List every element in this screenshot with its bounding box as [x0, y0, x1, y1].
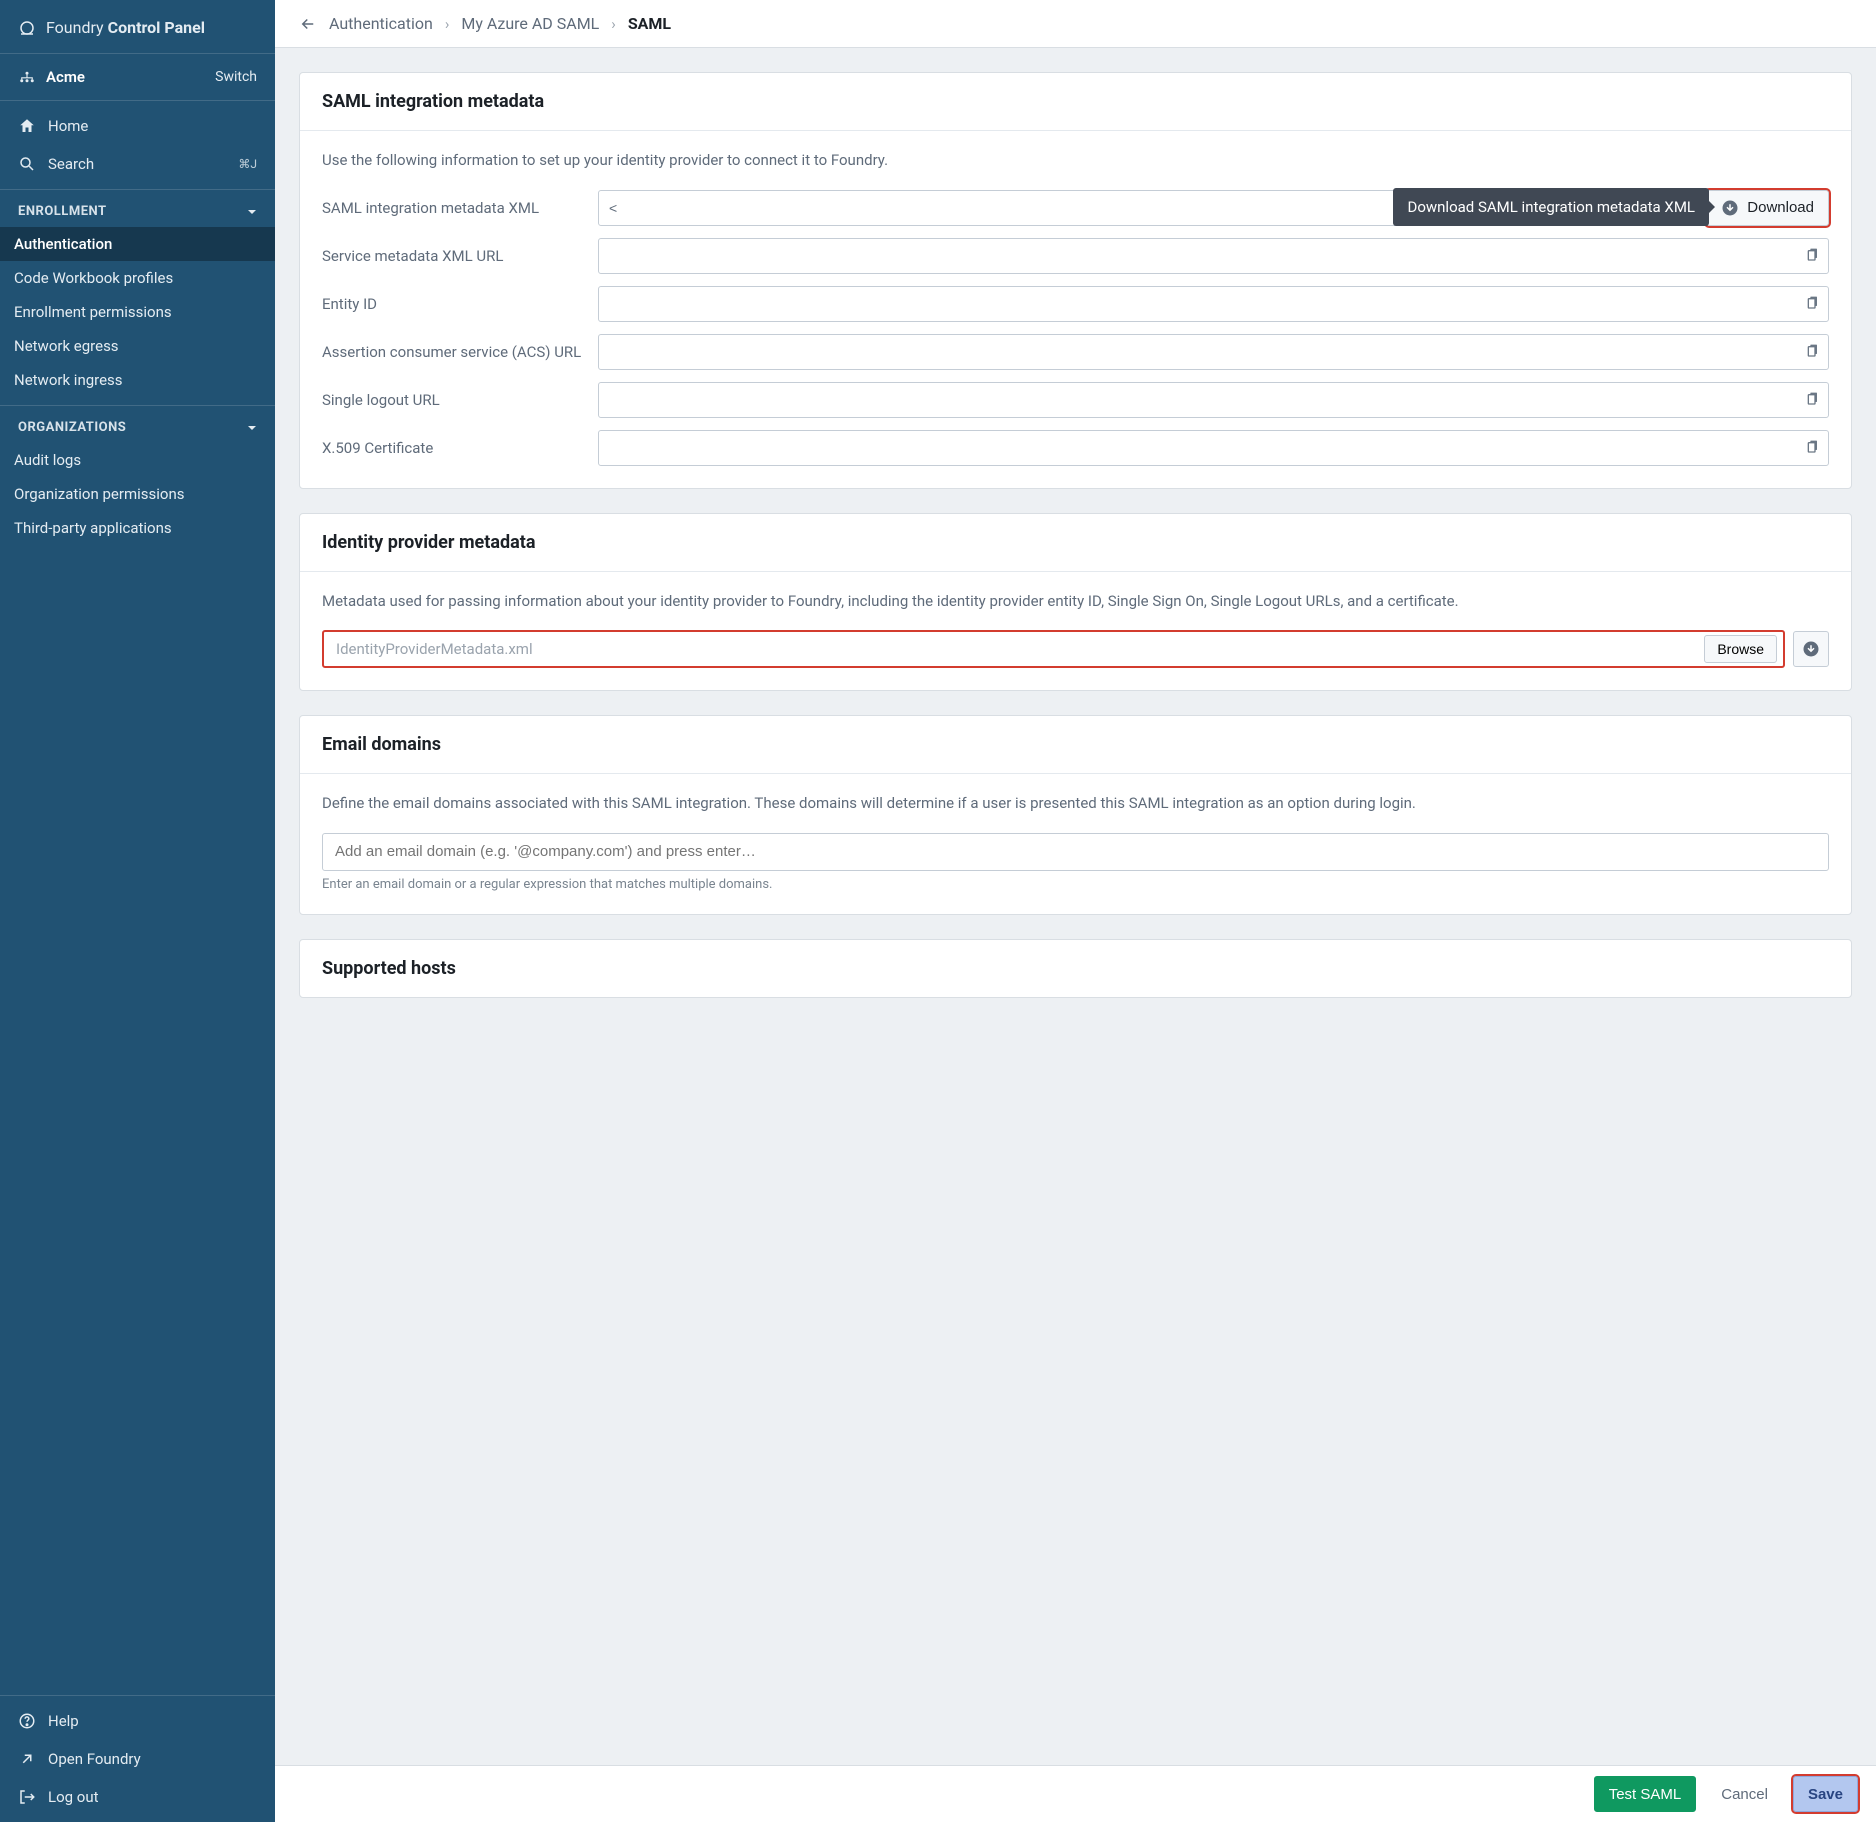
- brand-header: Foundry Control Panel: [0, 0, 275, 54]
- card-hosts-header: Supported hosts: [300, 940, 1851, 997]
- save-button[interactable]: Save: [1793, 1776, 1858, 1812]
- download-icon: [1721, 199, 1739, 217]
- search-icon: [18, 155, 36, 173]
- card-email-desc: Define the email domains associated with…: [322, 792, 1829, 815]
- external-link-icon: [18, 1750, 36, 1768]
- nav-network-egress[interactable]: Network egress: [0, 329, 275, 363]
- nav-home[interactable]: Home: [0, 107, 275, 145]
- group-enrollment: Enrollment Authentication Code Workbook …: [0, 190, 275, 406]
- test-saml-button[interactable]: Test SAML: [1594, 1776, 1697, 1812]
- nav-search[interactable]: Search ⌘J: [0, 145, 275, 183]
- nav-org-permissions[interactable]: Organization permissions: [0, 477, 275, 511]
- home-icon: [18, 117, 36, 135]
- label-metadata-xml: SAML integration metadata XML: [322, 199, 582, 217]
- idp-file-placeholder: IdentityProviderMetadata.xml: [336, 640, 1704, 658]
- label-slo-url: Single logout URL: [322, 391, 582, 409]
- org-name: Acme: [46, 68, 205, 86]
- help-icon: [18, 1712, 36, 1730]
- chevron-down-icon: [247, 423, 257, 433]
- input-acs-url[interactable]: [598, 334, 1829, 370]
- chevron-right-icon: ›: [445, 15, 450, 33]
- copy-icon[interactable]: [1805, 438, 1821, 458]
- nav-code-workbook-profiles[interactable]: Code Workbook profiles: [0, 261, 275, 295]
- row-idp-file: IdentityProviderMetadata.xml Browse: [322, 630, 1829, 668]
- crumb-authentication[interactable]: Authentication: [329, 14, 433, 33]
- label-acs-url: Assertion consumer service (ACS) URL: [322, 343, 582, 361]
- copy-icon[interactable]: [1805, 390, 1821, 410]
- switch-org-link[interactable]: Switch: [215, 69, 257, 85]
- cancel-button[interactable]: Cancel: [1706, 1776, 1783, 1812]
- email-domain-hint: Enter an email domain or a regular expre…: [322, 877, 1829, 892]
- input-entity-id[interactable]: [598, 286, 1829, 322]
- foundry-logo-icon: [18, 19, 36, 37]
- download-metadata-button[interactable]: Download: [1706, 190, 1829, 226]
- label-entity-id: Entity ID: [322, 295, 582, 313]
- group-enrollment-header[interactable]: Enrollment: [0, 190, 275, 227]
- input-slo-url[interactable]: [598, 382, 1829, 418]
- nav-authentication[interactable]: Authentication: [0, 227, 275, 261]
- sidebar-bottom: Help Open Foundry Log out: [0, 1695, 275, 1822]
- brand-title: Foundry Control Panel: [46, 18, 205, 37]
- org-icon: [18, 68, 36, 86]
- download-icon: [1802, 640, 1820, 658]
- breadcrumb-bar: Authentication › My Azure AD SAML › SAML: [275, 0, 1876, 48]
- nav-third-party-apps[interactable]: Third-party applications: [0, 511, 275, 545]
- nav-enrollment-permissions[interactable]: Enrollment permissions: [0, 295, 275, 329]
- row-x509: X.509 Certificate: [322, 430, 1829, 466]
- nav-home-label: Home: [48, 117, 88, 135]
- nav-search-label: Search: [48, 155, 94, 173]
- row-acs-url: Assertion consumer service (ACS) URL: [322, 334, 1829, 370]
- chevron-down-icon: [247, 207, 257, 217]
- logout-icon: [18, 1788, 36, 1806]
- nav-audit-logs[interactable]: Audit logs: [0, 443, 275, 477]
- label-x509: X.509 Certificate: [322, 439, 582, 457]
- card-idp-metadata: Identity provider metadata Metadata used…: [299, 513, 1852, 692]
- card-saml-desc: Use the following information to set up …: [322, 149, 1829, 172]
- input-service-url[interactable]: [598, 238, 1829, 274]
- card-saml-metadata: SAML integration metadata Use the follow…: [299, 72, 1852, 489]
- card-email-domains: Email domains Define the email domains a…: [299, 715, 1852, 915]
- sidebar: Foundry Control Panel Acme Switch Home S…: [0, 0, 275, 1822]
- crumb-current: SAML: [628, 14, 671, 33]
- idp-file-input[interactable]: IdentityProviderMetadata.xml Browse: [322, 630, 1785, 668]
- copy-icon[interactable]: [1805, 246, 1821, 266]
- row-metadata-xml: SAML integration metadata XML Download S…: [322, 190, 1829, 226]
- row-entity-id: Entity ID: [322, 286, 1829, 322]
- email-domain-input[interactable]: [322, 833, 1829, 871]
- idp-download-button[interactable]: [1793, 631, 1829, 667]
- crumb-provider[interactable]: My Azure AD SAML: [461, 14, 599, 33]
- row-service-url: Service metadata XML URL: [322, 238, 1829, 274]
- card-idp-desc: Metadata used for passing information ab…: [322, 590, 1829, 613]
- main: Authentication › My Azure AD SAML › SAML…: [275, 0, 1876, 1822]
- card-supported-hosts: Supported hosts: [299, 939, 1852, 998]
- content-scroll[interactable]: SAML integration metadata Use the follow…: [275, 48, 1876, 1765]
- group-organizations: Organizations Audit logs Organization pe…: [0, 406, 275, 553]
- chevron-right-icon: ›: [611, 15, 616, 33]
- group-organizations-header[interactable]: Organizations: [0, 406, 275, 443]
- nav-open-foundry[interactable]: Open Foundry: [0, 1740, 275, 1778]
- nav-help[interactable]: Help: [0, 1702, 275, 1740]
- back-arrow-icon[interactable]: [299, 15, 317, 33]
- browse-button[interactable]: Browse: [1704, 635, 1777, 663]
- row-slo-url: Single logout URL: [322, 382, 1829, 418]
- search-shortcut: ⌘J: [238, 157, 257, 171]
- input-x509[interactable]: [598, 430, 1829, 466]
- download-tooltip: Download SAML integration metadata XML: [1393, 188, 1709, 226]
- action-bar: Test SAML Cancel Save: [275, 1765, 1876, 1822]
- label-service-url: Service metadata XML URL: [322, 247, 582, 265]
- card-idp-header: Identity provider metadata: [300, 514, 1851, 572]
- copy-icon[interactable]: [1805, 342, 1821, 362]
- nav-network-ingress[interactable]: Network ingress: [0, 363, 275, 397]
- card-saml-header: SAML integration metadata: [300, 73, 1851, 131]
- card-email-header: Email domains: [300, 716, 1851, 774]
- copy-icon[interactable]: [1805, 294, 1821, 314]
- nav-logout[interactable]: Log out: [0, 1778, 275, 1816]
- org-switcher[interactable]: Acme Switch: [0, 54, 275, 101]
